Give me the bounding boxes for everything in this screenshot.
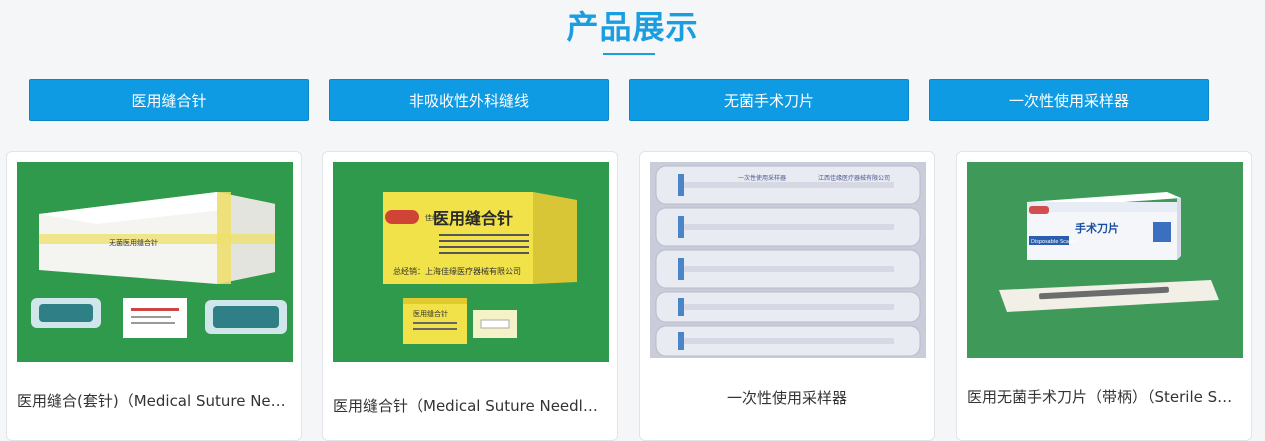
product-caption: 医用缝合针（Medical Suture Needle） (333, 397, 607, 415)
product-card[interactable]: 一次性使用采样器 江西佳缘医疗器械有限公司 一次性使用采样器 (639, 151, 935, 441)
svg-text:医用缝合针: 医用缝合针 (413, 309, 448, 318)
product-card[interactable]: 手术刀片 Disposable Scalpel 医用无菌手术刀片（带柄）（Ste… (956, 151, 1252, 441)
svg-text:江西佳缘医疗器械有限公司: 江西佳缘医疗器械有限公司 (818, 174, 890, 182)
suture-box-image: 佳缘 医用缝合针 总经销：上海佳缘医疗器械有限公司 医用缝合针 (333, 162, 609, 362)
suture-kit-image: 无菌医用缝合针 (17, 162, 293, 362)
svg-text:Disposable Scalpel: Disposable Scalpel (1031, 239, 1078, 245)
product-card[interactable]: 佳缘 医用缝合针 总经销：上海佳缘医疗器械有限公司 医用缝合针 医用缝合针（Me… (322, 151, 618, 441)
product-card[interactable]: 无菌医用缝合针 医用缝合(套针)（Medical Suture Needle） (6, 151, 302, 441)
svg-text:一次性使用采样器: 一次性使用采样器 (738, 174, 786, 182)
tab-suture-needle[interactable]: 医用缝合针 (29, 79, 309, 121)
svg-text:总经销：上海佳缘医疗器械有限公司: 总经销：上海佳缘医疗器械有限公司 (393, 266, 521, 276)
svg-text:无菌医用缝合针: 无菌医用缝合针 (109, 238, 158, 247)
sampler-packs-image: 一次性使用采样器 江西佳缘医疗器械有限公司 (650, 162, 926, 362)
tab-sterile-blade[interactable]: 无菌手术刀片 (629, 79, 909, 121)
product-caption: 医用缝合(套针)（Medical Suture Needle） (17, 392, 291, 410)
product-caption: 一次性使用采样器 (726, 389, 847, 407)
scalpel-box-image: 手术刀片 Disposable Scalpel (967, 162, 1243, 362)
tab-disposable-sampler[interactable]: 一次性使用采样器 (929, 79, 1209, 121)
svg-text:医用缝合针: 医用缝合针 (433, 209, 513, 228)
section-title: 产品展示 (566, 8, 699, 46)
tab-nonabsorbable-suture[interactable]: 非吸收性外科缝线 (329, 79, 609, 121)
product-caption: 医用无菌手术刀片（带柄）（Sterile Surgical Blade） (967, 388, 1241, 406)
svg-text:手术刀片: 手术刀片 (1075, 221, 1119, 235)
title-underline (603, 53, 655, 55)
